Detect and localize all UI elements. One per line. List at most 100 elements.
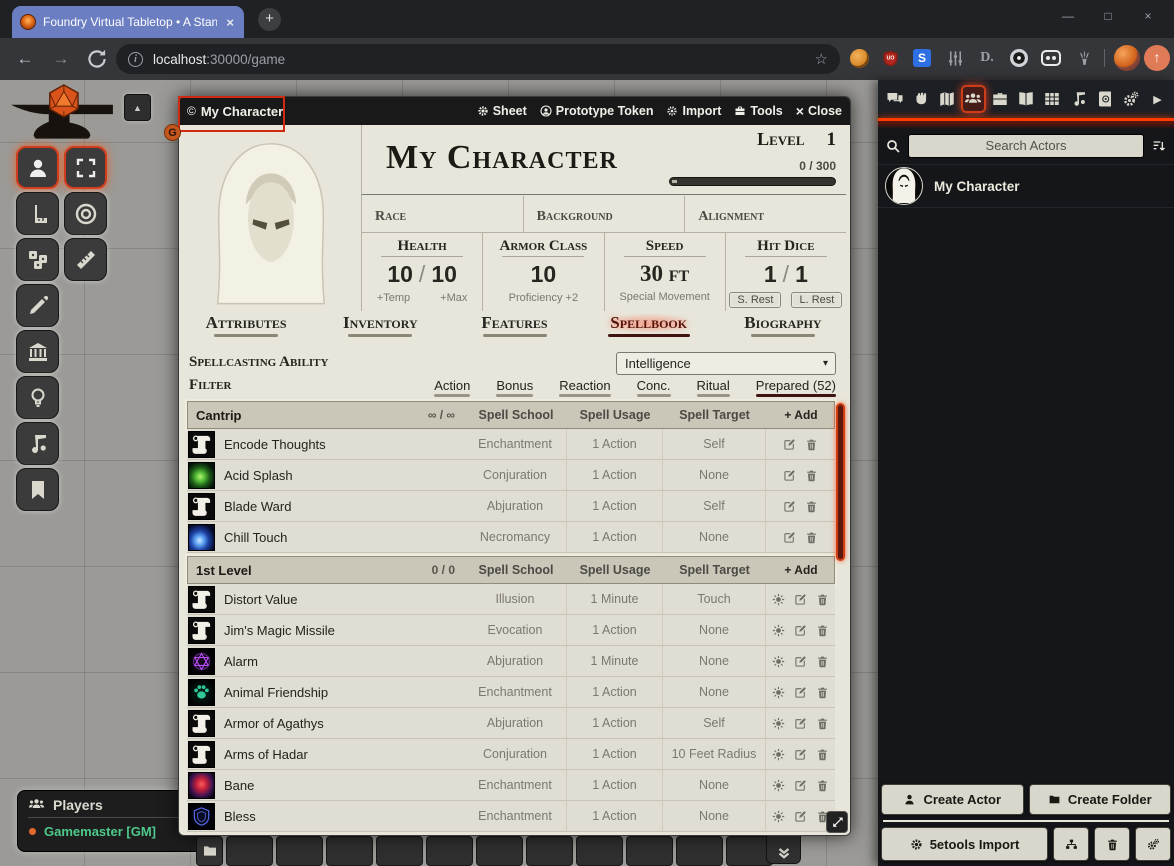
delete-icon[interactable]: [805, 531, 818, 544]
special-movement-link[interactable]: Special Movement: [605, 291, 725, 303]
delete-icon[interactable]: [816, 655, 829, 668]
sidebar-tab-playlists[interactable]: [1066, 85, 1091, 113]
tab-spellbook[interactable]: Spellbook: [582, 313, 716, 347]
spell-row[interactable]: Animal FriendshipEnchantment1 ActionNone: [187, 677, 835, 708]
spell-name[interactable]: Acid Splash: [224, 468, 293, 483]
reload-icon[interactable]: [84, 46, 110, 72]
delete-icon[interactable]: [816, 779, 829, 792]
spell-name[interactable]: Blade Ward: [224, 499, 291, 514]
ruler-tool-button[interactable]: [16, 192, 59, 235]
draw-tool-button[interactable]: [16, 284, 59, 327]
sidebar-tab-tables[interactable]: [1040, 85, 1065, 113]
filter-prepared-52-[interactable]: Prepared (52): [756, 378, 836, 397]
sidebar-tab-chat[interactable]: [882, 85, 907, 113]
search-actors-input[interactable]: [908, 134, 1144, 158]
sidebar-tab-actors[interactable]: [961, 85, 986, 113]
character-portrait[interactable]: [183, 127, 359, 311]
macro-slot[interactable]: [476, 836, 523, 866]
sidebar-tab-journal[interactable]: [1013, 85, 1038, 113]
delete-icon[interactable]: [805, 500, 818, 513]
select-tool-button[interactable]: [64, 146, 107, 189]
players-header[interactable]: Players ▾: [28, 796, 202, 818]
macro-slot[interactable]: [376, 836, 423, 866]
macro-slot[interactable]: [276, 836, 323, 866]
delete-all-button[interactable]: [1094, 827, 1130, 861]
add-spell-button[interactable]: + Add: [766, 408, 836, 422]
edit-icon[interactable]: [783, 531, 796, 544]
game-canvas[interactable]: ▲ Players ▾ Gamemaster [GM]: [0, 80, 1174, 866]
race-field[interactable]: Race: [362, 196, 523, 232]
sidebar-tab-items[interactable]: [987, 85, 1012, 113]
new-tab-button[interactable]: +: [258, 8, 281, 31]
token-tool-button[interactable]: [16, 146, 59, 189]
lighting-tool-button[interactable]: [16, 376, 59, 419]
minimize-icon[interactable]: —: [1048, 0, 1088, 34]
notes-tool-button[interactable]: [16, 468, 59, 511]
spell-name[interactable]: Bane: [224, 778, 254, 793]
prepare-icon[interactable]: [772, 810, 785, 823]
alignment-field[interactable]: Alignment: [684, 196, 846, 232]
spell-name[interactable]: Distort Value: [224, 592, 297, 607]
sounds-tool-button[interactable]: [16, 422, 59, 465]
player-row[interactable]: Gamemaster [GM]: [28, 824, 202, 839]
prepare-icon[interactable]: [772, 717, 785, 730]
xp-text[interactable]: 0 / 300: [799, 159, 836, 173]
macro-slot[interactable]: [426, 836, 473, 866]
background-field[interactable]: Background: [523, 196, 685, 232]
spell-name[interactable]: Encode Thoughts: [224, 437, 326, 452]
edit-icon[interactable]: [794, 779, 807, 792]
edit-icon[interactable]: [794, 748, 807, 761]
dice-tool-button[interactable]: [16, 238, 59, 281]
spell-row[interactable]: Encode ThoughtsEnchantment1 ActionSelf: [187, 429, 835, 460]
back-icon[interactable]: ←: [12, 46, 38, 72]
edit-icon[interactable]: [794, 686, 807, 699]
spell-row[interactable]: Distort ValueIllusion1 MinuteTouch: [187, 584, 835, 615]
measure-tool-button[interactable]: [64, 238, 107, 281]
prototype-token-button[interactable]: Prototype Token: [540, 104, 654, 118]
filter-ritual[interactable]: Ritual: [697, 378, 730, 397]
edit-icon[interactable]: [794, 810, 807, 823]
delete-icon[interactable]: [805, 438, 818, 451]
close-sheet-button[interactable]: ×Close: [796, 103, 842, 119]
macro-slot[interactable]: [576, 836, 623, 866]
macro-slot[interactable]: [676, 836, 723, 866]
spell-row[interactable]: Jim's Magic MissileEvocation1 ActionNone: [187, 615, 835, 646]
prepare-icon[interactable]: [772, 624, 785, 637]
level-value[interactable]: 1: [827, 129, 837, 150]
spell-name[interactable]: Animal Friendship: [224, 685, 328, 700]
address-bar[interactable]: i localhost:30000/game ☆: [116, 44, 840, 74]
spell-name[interactable]: Arms of Hadar: [224, 747, 308, 762]
sliders-extension-icon[interactable]: [944, 47, 966, 69]
long-rest-button[interactable]: L. Rest: [791, 292, 842, 308]
short-rest-button[interactable]: S. Rest: [729, 292, 781, 308]
edit-icon[interactable]: [783, 438, 796, 451]
edit-icon[interactable]: [794, 655, 807, 668]
settings-button[interactable]: [1135, 827, 1171, 861]
spell-row[interactable]: AlarmAbjuration1 MinuteNone: [187, 646, 835, 677]
close-icon[interactable]: ×: [1128, 0, 1168, 34]
browser-update-button[interactable]: ↑: [1144, 45, 1170, 71]
spell-name[interactable]: Armor of Agathys: [224, 716, 324, 731]
tab-biography[interactable]: Biography: [716, 313, 850, 347]
macro-slot[interactable]: [626, 836, 673, 866]
target-tool-button[interactable]: [64, 192, 107, 235]
level-display[interactable]: Level1: [757, 129, 836, 151]
speed-value[interactable]: 30 ft: [605, 261, 725, 287]
edit-icon[interactable]: [794, 624, 807, 637]
spell-row[interactable]: Arms of HadarConjuration1 Action10 Feet …: [187, 739, 835, 770]
claw-extension-icon[interactable]: [1073, 47, 1095, 69]
sort-filter-ic on[interactable]: [1151, 138, 1167, 154]
delete-icon[interactable]: [805, 469, 818, 482]
site-info-icon[interactable]: i: [128, 52, 143, 67]
actor-list-item[interactable]: My Character: [878, 164, 1174, 208]
forward-icon[interactable]: →: [48, 46, 74, 72]
macro-slot[interactable]: [226, 836, 273, 866]
tab-close-icon[interactable]: ×: [224, 15, 236, 30]
sidebar-tab-combat[interactable]: [908, 85, 933, 113]
tools-button[interactable]: Tools: [734, 104, 782, 118]
edit-icon[interactable]: [783, 500, 796, 513]
spell-row[interactable]: Blade WardAbjuration1 ActionSelf: [187, 491, 835, 522]
goggles-extension-icon[interactable]: [1040, 47, 1062, 69]
health-value[interactable]: 10/10: [362, 261, 482, 288]
d-extension-icon[interactable]: D.: [976, 47, 998, 69]
